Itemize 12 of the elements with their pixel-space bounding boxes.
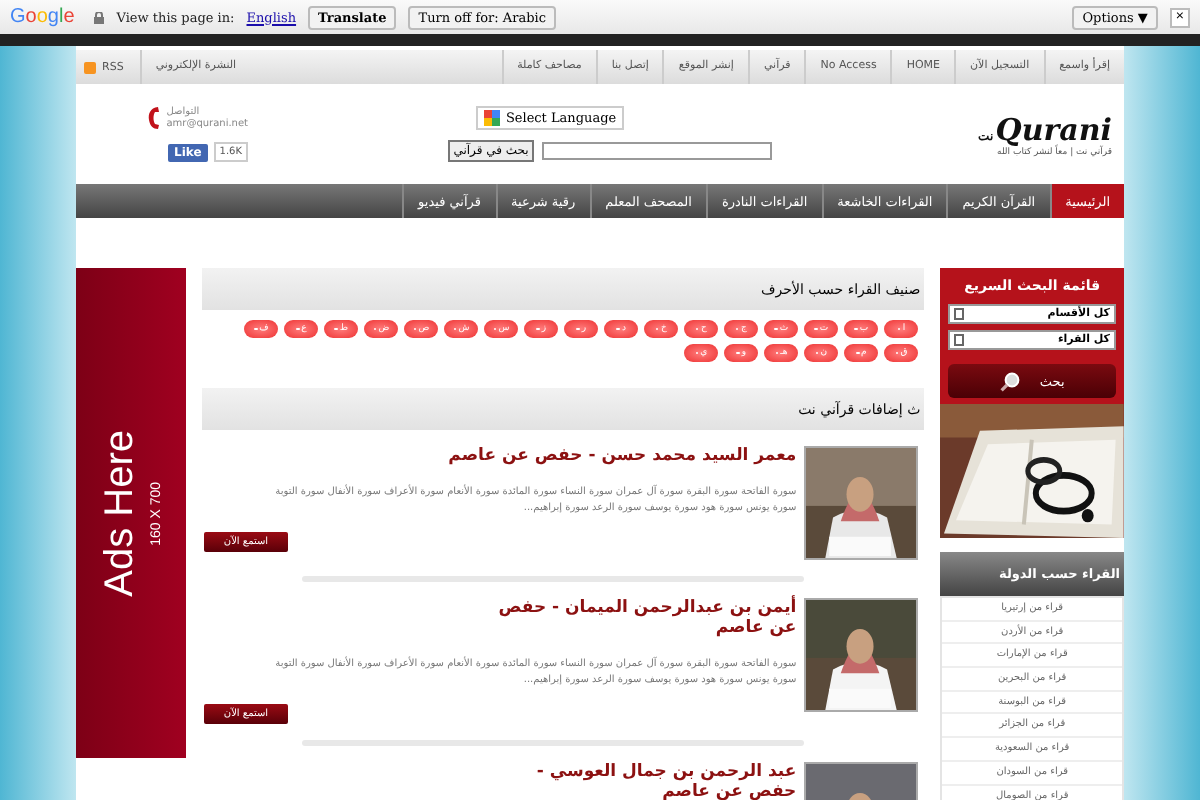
lock-icon	[94, 11, 105, 23]
reciter-title[interactable]: معمر السيد محمد حسن - حفص عن عاصم	[448, 446, 797, 466]
phone-icon	[148, 106, 161, 130]
rss-icon	[84, 61, 96, 73]
search-icon	[999, 371, 1020, 391]
translate-icon	[483, 110, 500, 126]
reciter-title[interactable]: أيمن بن عبدالرحمن الميمان - حفص عن عاصم	[486, 598, 797, 638]
google-logo: Google	[10, 6, 75, 28]
reciter-title[interactable]: عبد الرحمن بن جمال العوسي - حفص عن عاصم	[486, 762, 797, 800]
ad-title: Ads Here	[97, 429, 144, 597]
search-field[interactable]	[542, 142, 773, 160]
logo: Qurani	[995, 111, 1112, 147]
